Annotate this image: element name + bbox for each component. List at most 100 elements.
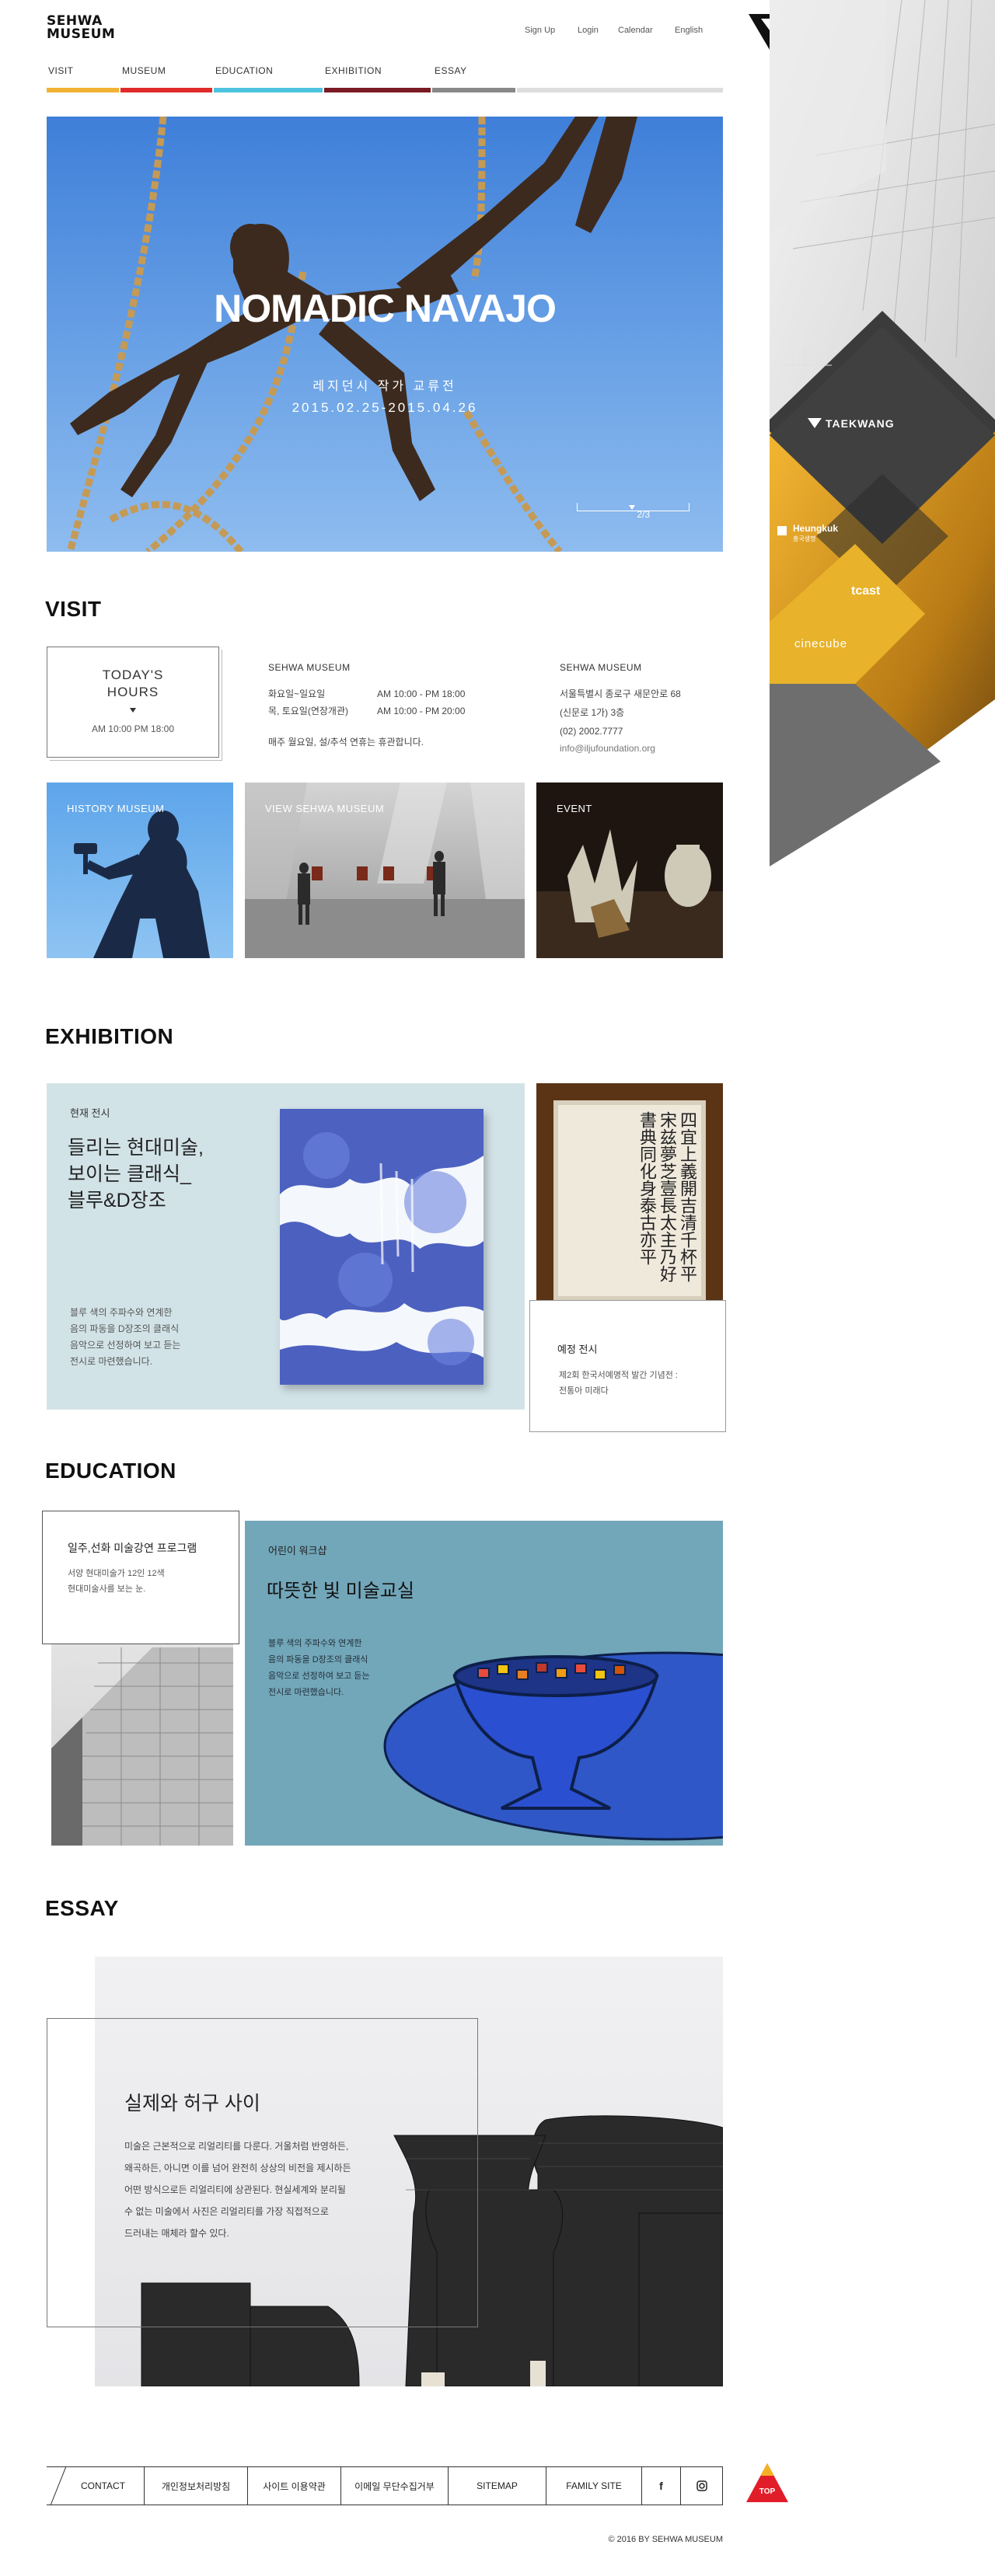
footer-terms[interactable]: 사이트 이용약관: [247, 2466, 340, 2505]
hero-date: 2015.02.25-2015.04.26: [292, 400, 478, 415]
top-label: TOP: [759, 2487, 776, 2496]
essay-line-1: 미술은 근본적으로 리얼리티를 다룬다. 거울처럼 반영하든,: [124, 2141, 349, 2152]
workshop-desc-line-4: 전시로 마련했습니다.: [268, 1688, 344, 1697]
hours-title-2: HOURS: [106, 685, 159, 699]
current-desc-line-4: 전시로 마련했습니다.: [70, 1356, 153, 1367]
instagram-icon[interactable]: [680, 2466, 723, 2505]
logo-line-2: MUSEUM: [47, 26, 116, 42]
family-sidebar: TAEKWANG Heungkuk 흥국생명 tcast cinecube: [770, 0, 995, 866]
visit-col1-title: SEHWA MUSEUM: [268, 662, 351, 673]
nav-bar-exhibition: [324, 88, 431, 92]
calligraphy-frame: 四宜上義開吉清千杯平宋兹夢芝壹長太主乃好書典同化身泰古亦平: [553, 1100, 706, 1301]
nav-education[interactable]: EDUCATION: [215, 65, 273, 76]
top-button[interactable]: TOP: [745, 2462, 790, 2504]
visit-days-2: 목, 토요일(연장개관): [268, 706, 348, 716]
tile-view-label: VIEW SEHWA MUSEUM: [265, 803, 385, 814]
nav-essay[interactable]: ESSAY: [435, 65, 467, 76]
nav-museum[interactable]: MUSEUM: [122, 65, 166, 76]
current-desc-line-3: 음악으로 선정하여 보고 듣는: [70, 1340, 181, 1351]
current-title-line-3: 블루&D장조: [68, 1190, 166, 1211]
current-title-line-1: 들리는 현대미술,: [68, 1137, 204, 1159]
kids-workshop-card[interactable]: 어린이 워크샵 따뜻한 빛 미술교실 블루 색의 주파수와 연계한 음의 파동을…: [245, 1521, 723, 1846]
essay-line-2: 왜곡하든, 아니면 이를 넘어 완전히 상상의 비전을 제시하든: [124, 2163, 351, 2173]
building-art: [51, 1647, 233, 1846]
current-desc-line-2: 음의 파동을 D장조의 클래식: [70, 1323, 180, 1334]
blue-painting: [280, 1109, 484, 1385]
calligraphy-text: 四宜上義開吉清千杯平宋兹夢芝壹長太主乃好書典同化身泰古亦平: [637, 1111, 696, 1282]
footer-contact[interactable]: CONTACT: [62, 2466, 144, 2505]
exhibition-title: EXHIBITION: [45, 1024, 174, 1048]
calendar-link[interactable]: Calendar: [618, 26, 653, 35]
hero-title: NOMADIC NAVAJO: [214, 287, 557, 330]
lecture-desc-line-2: 현대미술사를 보는 눈.: [68, 1584, 146, 1594]
upcoming-desc-line-2: 전통아 미래다: [559, 1386, 609, 1396]
signup-link[interactable]: Sign Up: [525, 26, 555, 35]
lecture-program-card[interactable]: 일주,선화 미술강연 프로그램 서양 현대미술가 12인 12색 현대미술사를 …: [42, 1511, 239, 1644]
hero-banner[interactable]: NOMADIC NAVAJO 레지던시 작가 교류전 2015.02.25-20…: [47, 117, 723, 552]
nav-bar-visit: [47, 88, 119, 92]
footer-privacy[interactable]: 개인정보처리방침: [144, 2466, 247, 2505]
nav-bar-essay: [432, 88, 515, 92]
workshop-desc-line-2: 음의 파동을 D장조의 클래식: [268, 1655, 368, 1664]
visit-email[interactable]: info@iljufoundation.org: [560, 738, 655, 758]
upcoming-exhibition-card[interactable]: 예정 전시 제2회 한국서예명적 발간 기념전 : 전통아 미래다: [529, 1300, 726, 1432]
copyright: © 2016 BY SEHWA MUSEUM: [608, 2535, 724, 2544]
sidebar-item-taekwang[interactable]: TAEKWANG: [826, 417, 895, 430]
nav-bar-education: [214, 88, 323, 92]
tile-view-sehwa-museum[interactable]: VIEW SEHWA MUSEUM: [245, 783, 525, 958]
current-desc: 블루 색의 주파수와 연계한 음의 파동을 D장조의 클래식 음악으로 선정하여…: [70, 1305, 180, 1370]
hero-progress-right: [689, 503, 690, 511]
english-link[interactable]: English: [675, 26, 703, 35]
hero-page-indicator: 2/3: [637, 509, 650, 520]
hours-title-1: TODAY'S: [102, 668, 164, 682]
current-label: 현재 전시: [70, 1107, 110, 1119]
visit-address-2: (신문로 1가) 3층: [560, 707, 625, 718]
hero-sculpture: [66, 117, 637, 552]
logo[interactable]: SEHWA MUSEUM: [47, 15, 115, 41]
instagram-glyph: [696, 2480, 707, 2491]
lecture-desc: 서양 현대미술가 12인 12색 현대미술사를 보는 눈.: [68, 1566, 165, 1597]
workshop-title: 따뜻한 빛 미술교실: [267, 1581, 414, 1602]
tile-event[interactable]: EVENT: [536, 783, 723, 958]
lecture-title: 일주,선화 미술강연 프로그램: [68, 1542, 197, 1554]
tile-event-label: EVENT: [557, 803, 592, 814]
sidebar-item-tcast[interactable]: tcast: [851, 584, 880, 598]
upcoming-exhibition-image[interactable]: 四宜上義開吉清千杯平宋兹夢芝壹長太主乃好書典同化身泰古亦平: [536, 1083, 723, 1319]
sidebar-item-cinecube[interactable]: cinecube: [794, 637, 847, 650]
footer-email-policy[interactable]: 이메일 무단수집거부: [340, 2466, 448, 2505]
essay-heading: 실제와 허구 사이: [124, 2093, 260, 2114]
visit-address-1: 서울특별시 종로구 새문안로 68: [560, 688, 681, 699]
blue-painting-art: [280, 1109, 484, 1385]
todays-hours-box: TODAY'S HOURS AM 10:00 PM 18:00: [47, 647, 219, 758]
nav-exhibition[interactable]: EXHIBITION: [325, 65, 382, 76]
current-title: 들리는 현대미술, 보이는 클래식_ 블루&D장조: [68, 1135, 204, 1214]
education-title: EDUCATION: [45, 1459, 176, 1483]
hours-value: AM 10:00 PM 18:00: [91, 723, 175, 734]
hero-subtitle: 레지던시 작가 교류전: [312, 380, 457, 393]
hours-arrow-icon: [130, 708, 136, 713]
nav-bar-rest: [517, 88, 723, 92]
sidebar-item-heungkuk[interactable]: Heungkuk: [793, 523, 838, 534]
current-exhibition-card[interactable]: 현재 전시 들리는 현대미술, 보이는 클래식_ 블루&D장조 블루 색의 주파…: [47, 1083, 525, 1410]
upcoming-desc: 제2회 한국서예명적 발간 기념전 : 전통아 미래다: [559, 1368, 678, 1399]
tile-history-museum[interactable]: HISTORY MUSEUM: [47, 783, 233, 958]
current-desc-line-1: 블루 색의 주파수와 연계한: [70, 1307, 173, 1318]
essay-title: ESSAY: [45, 1896, 119, 1920]
top-triangle-icon: [746, 2463, 788, 2502]
workshop-desc-line-3: 음악으로 선정하여 보고 듣는: [268, 1671, 370, 1681]
essay-body: 미술은 근본적으로 리얼리티를 다룬다. 거울처럼 반영하든, 왜곡하든, 아니…: [124, 2135, 351, 2244]
workshop-label: 어린이 워크샵: [268, 1545, 327, 1556]
upcoming-label: 예정 전시: [557, 1344, 598, 1355]
workshop-desc: 블루 색의 주파수와 연계한 음의 파동을 D장조의 클래식 음악으로 선정하여…: [268, 1636, 370, 1701]
current-title-line-2: 보이는 클래식_: [68, 1163, 191, 1185]
heungkuk-icon: [777, 526, 787, 535]
login-link[interactable]: Login: [578, 26, 599, 35]
footer-sitemap[interactable]: SITEMAP: [448, 2466, 546, 2505]
footer-family-site[interactable]: FAMILY SITE: [546, 2466, 641, 2505]
facebook-icon[interactable]: f: [641, 2466, 680, 2505]
upcoming-desc-line-1: 제2회 한국서예명적 발간 기념전 :: [559, 1371, 678, 1380]
visit-time-2: AM 10:00 - PM 20:00: [377, 706, 466, 716]
sidebar-graphic: [770, 0, 995, 866]
heungkuk-sub: 흥국생명: [793, 535, 816, 542]
nav-visit[interactable]: VISIT: [48, 65, 74, 76]
